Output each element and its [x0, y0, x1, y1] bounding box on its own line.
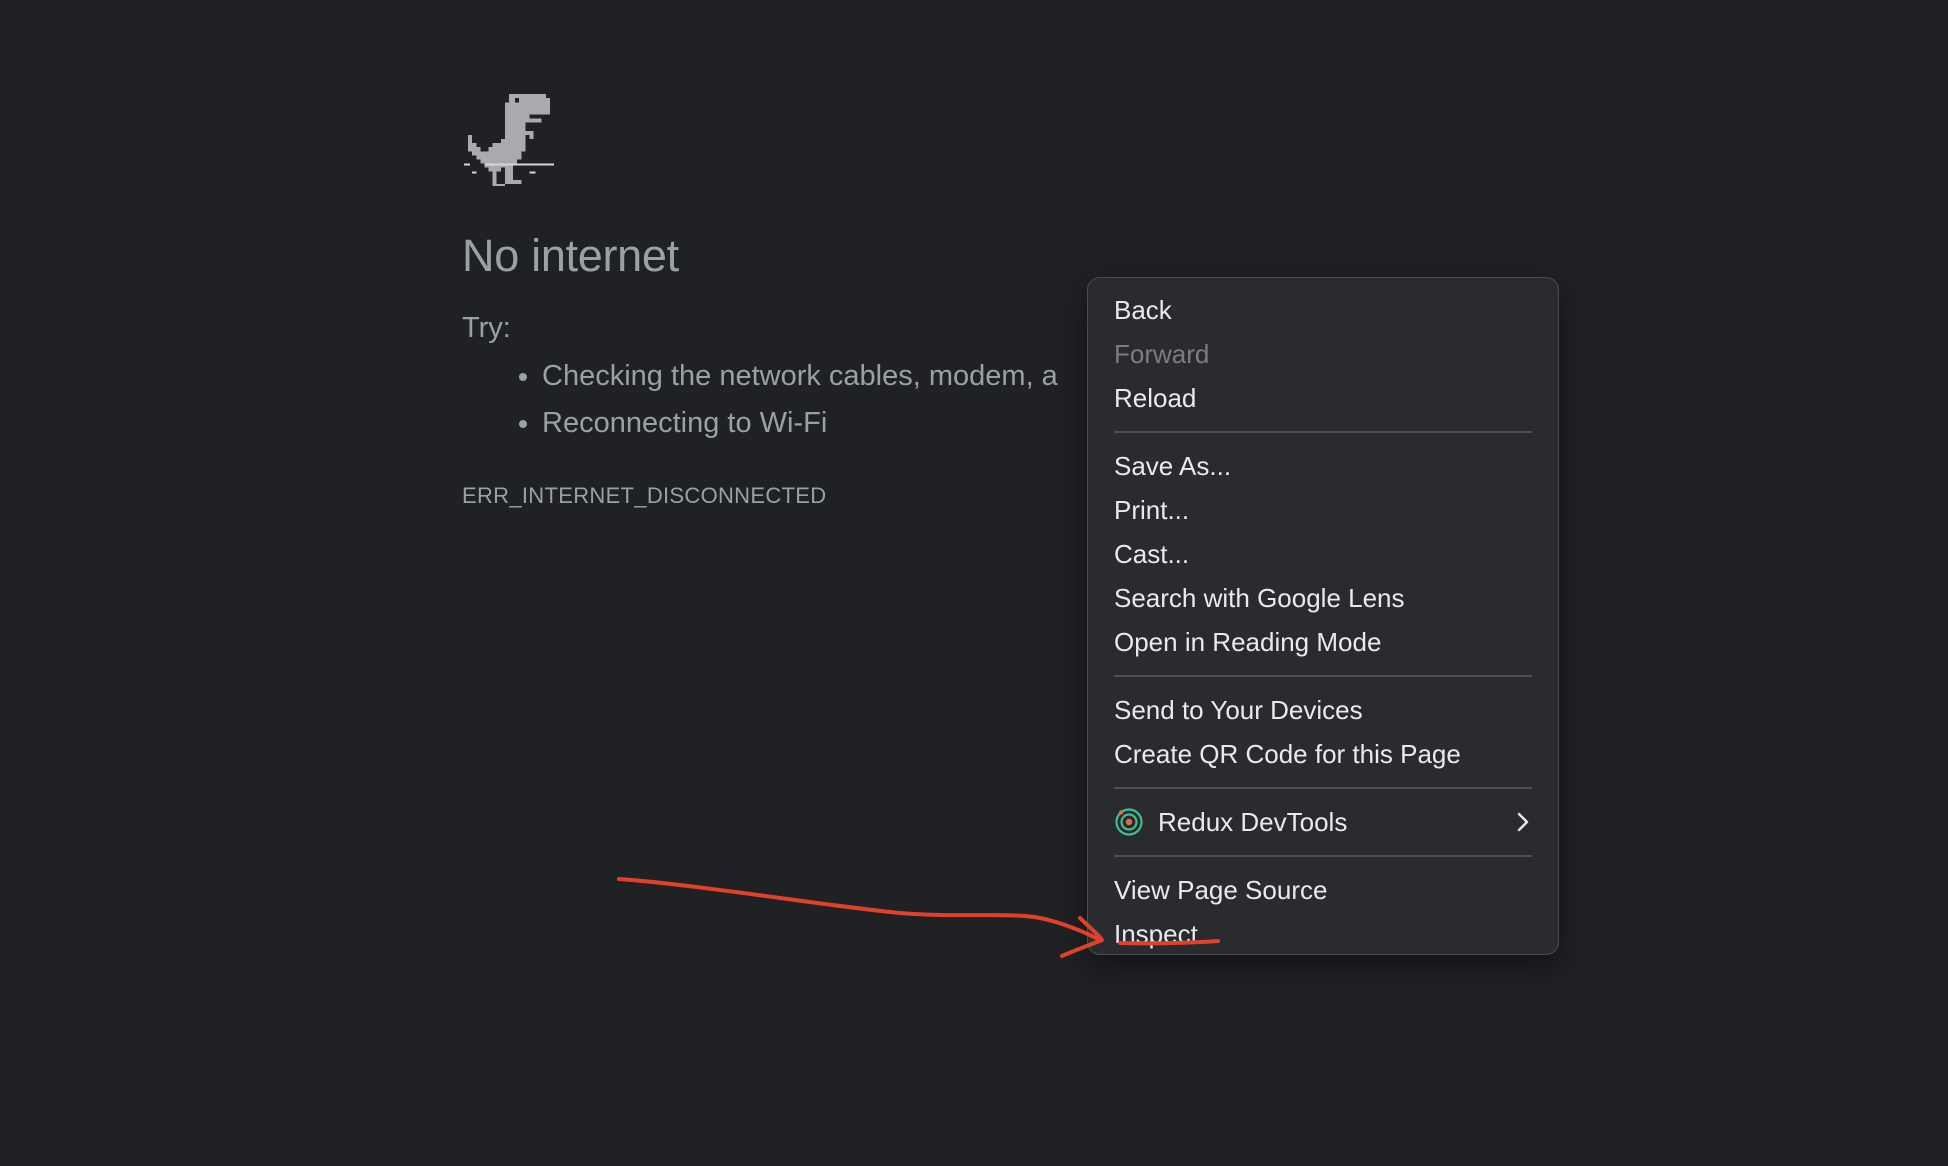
- menu-item-save-as[interactable]: Save As...: [1088, 444, 1558, 488]
- menu-item-label: Create QR Code for this Page: [1114, 739, 1461, 769]
- chevron-right-icon: [1517, 812, 1529, 832]
- menu-item-label: Open in Reading Mode: [1114, 627, 1382, 657]
- menu-item-open-in-reading-mode[interactable]: Open in Reading Mode: [1088, 620, 1558, 664]
- menu-item-label: Send to Your Devices: [1114, 695, 1363, 725]
- redux-devtools-icon: [1115, 808, 1143, 836]
- menu-item-label: View Page Source: [1114, 875, 1328, 905]
- menu-separator: [1114, 855, 1532, 857]
- menu-item-back[interactable]: Back: [1088, 288, 1558, 332]
- menu-item-label: Redux DevTools: [1158, 807, 1348, 837]
- menu-item-reload[interactable]: Reload: [1088, 376, 1558, 420]
- menu-item-label: Reload: [1114, 383, 1197, 413]
- menu-item-forward: Forward: [1088, 332, 1558, 376]
- context-menu: Back Forward Reload Save As... Print... …: [1087, 277, 1559, 955]
- menu-item-label: Back: [1114, 295, 1172, 325]
- menu-item-label: Search with Google Lens: [1114, 583, 1405, 613]
- menu-item-send-to-your-devices[interactable]: Send to Your Devices: [1088, 688, 1558, 732]
- browser-page: No internet Try: Checking the network ca…: [0, 0, 1948, 1166]
- menu-item-label: Print...: [1114, 495, 1190, 525]
- menu-item-view-page-source[interactable]: View Page Source: [1088, 868, 1558, 912]
- menu-item-search-with-google-lens[interactable]: Search with Google Lens: [1088, 576, 1558, 620]
- annotation-arrow: [617, 877, 1102, 942]
- menu-separator: [1114, 787, 1532, 789]
- menu-item-label: Forward: [1114, 339, 1210, 369]
- menu-item-redux-devtools[interactable]: Redux DevTools: [1088, 800, 1558, 844]
- menu-item-cast[interactable]: Cast...: [1088, 532, 1558, 576]
- menu-item-print[interactable]: Print...: [1088, 488, 1558, 532]
- menu-separator: [1114, 675, 1532, 677]
- menu-item-label: Inspect: [1114, 919, 1198, 949]
- dinosaur-icon[interactable]: [462, 90, 556, 186]
- menu-item-create-qr-code[interactable]: Create QR Code for this Page: [1088, 732, 1558, 776]
- menu-separator: [1114, 431, 1532, 433]
- menu-item-label: Save As...: [1114, 451, 1232, 481]
- menu-item-label: Cast...: [1114, 539, 1190, 569]
- menu-item-inspect[interactable]: Inspect: [1088, 912, 1558, 956]
- page-title: No internet: [462, 230, 679, 281]
